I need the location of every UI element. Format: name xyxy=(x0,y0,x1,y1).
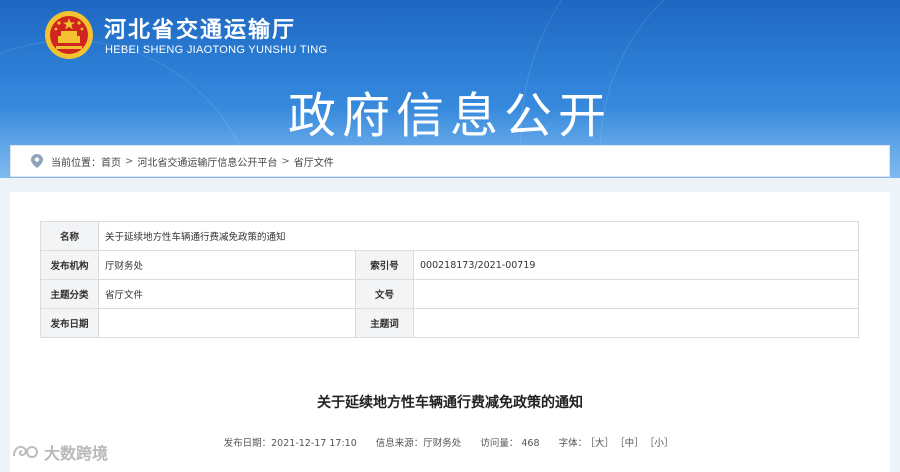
location-pin-icon xyxy=(31,154,43,168)
meta-label-index: 索引号 xyxy=(355,250,414,280)
table-row: 主题分类 省厅文件 文号 xyxy=(40,279,860,309)
table-row: 名称 关于延续地方性车辆通行费减免政策的通知 xyxy=(40,221,860,251)
table-row: 发布机构 厅财务处 索引号 000218173/2021-00719 xyxy=(40,250,860,280)
breadcrumb-home-link[interactable]: 首页 xyxy=(101,154,121,169)
watermark-logo-icon xyxy=(13,445,38,458)
meta-value-index: 000218173/2021-00719 xyxy=(412,250,860,280)
breadcrumb-prefix: 当前位置： xyxy=(51,157,101,169)
meta-value-org: 厅财务处 xyxy=(98,250,356,280)
meta-value-name: 关于延续地方性车辆通行费减免政策的通知 xyxy=(97,221,860,251)
meta-label-topic: 主题分类 xyxy=(40,279,99,309)
views-value: 468 xyxy=(521,438,540,449)
publish-date-value: 2021-12-17 17:10 xyxy=(271,438,357,449)
meta-label-name: 名称 xyxy=(40,221,99,251)
publish-date-label: 发布日期： xyxy=(223,438,272,449)
article-title: 关于延续地方性车辆通行费减免政策的通知 xyxy=(317,395,583,411)
meta-value-keyword xyxy=(412,308,860,338)
site-name: 河北省交通运输厅 xyxy=(104,18,297,43)
article-meta: 发布日期：2021-12-17 17:10 信息来源：厅财务处 访问量： 468… xyxy=(10,435,890,449)
meta-label-keyword: 主题词 xyxy=(355,308,414,338)
meta-label-docno: 文号 xyxy=(355,279,414,309)
meta-label-date: 发布日期 xyxy=(40,308,99,338)
content-panel: 名称 关于延续地方性车辆通行费减免政策的通知 发布机构 厅财务处 索引号 000… xyxy=(10,192,890,472)
font-size-large-button[interactable]: ［大］ xyxy=(590,438,614,449)
site-name-pinyin: HEBEI SHENG JIAOTONG YUNSHU TING xyxy=(105,44,328,56)
table-row: 发布日期 主题词 xyxy=(40,308,860,338)
meta-value-date xyxy=(98,308,356,338)
source-value: 厅财务处 xyxy=(423,438,462,449)
source-label: 信息来源： xyxy=(375,438,424,449)
font-size-medium-button[interactable]: ［中］ xyxy=(620,438,644,449)
watermark-text: 大数跨境 xyxy=(44,444,109,463)
breadcrumb: 当前位置： 首页 > 河北省交通运输厅信息公开平台 > 省厅文件 xyxy=(10,145,890,177)
breadcrumb-separator: > xyxy=(125,155,134,167)
font-size-small-button[interactable]: ［小］ xyxy=(650,438,674,449)
breadcrumb-category-link[interactable]: 省厅文件 xyxy=(294,154,334,169)
document-meta-table: 名称 关于延续地方性车辆通行费减免政策的通知 发布机构 厅财务处 索引号 000… xyxy=(40,221,860,338)
views-label: 访问量： xyxy=(480,438,519,449)
section-title: 政府信息公开 xyxy=(287,88,612,144)
font-size-label: 字体： xyxy=(558,438,588,449)
breadcrumb-separator: > xyxy=(281,155,290,167)
meta-value-topic: 省厅文件 xyxy=(98,279,356,309)
national-emblem-icon xyxy=(45,11,93,59)
meta-value-docno xyxy=(412,279,860,309)
watermark: 大数跨境 xyxy=(10,440,108,464)
meta-label-org: 发布机构 xyxy=(40,250,99,280)
breadcrumb-platform-link[interactable]: 河北省交通运输厅信息公开平台 xyxy=(137,154,277,169)
